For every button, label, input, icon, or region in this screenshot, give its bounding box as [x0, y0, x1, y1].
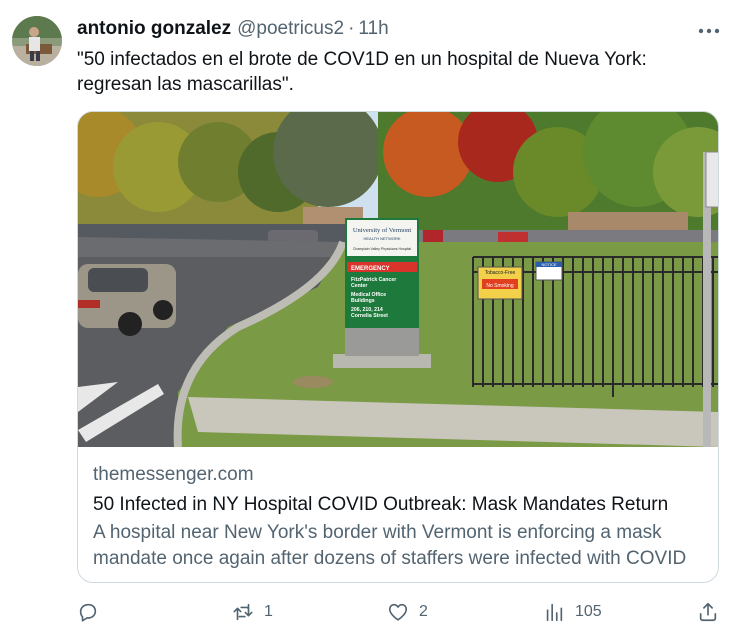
- sign-line-4: Buildings: [351, 298, 375, 304]
- retweet-count: 1: [264, 603, 273, 620]
- card-domain: themessenger.com: [93, 464, 254, 485]
- card-image[interactable]: Tobacco-Free No Smoking NOTICE Universit…: [78, 112, 718, 447]
- more-options-button[interactable]: [692, 18, 726, 44]
- sign-line-6: Cornelia Street: [351, 313, 388, 319]
- retweet-icon: [233, 603, 253, 621]
- views-button[interactable]: 105: [543, 597, 602, 627]
- views-count: 105: [575, 603, 602, 620]
- separator-dot: ·: [348, 18, 355, 39]
- card-title: 50 Infected in NY Hospital COVID Outbrea…: [93, 494, 669, 515]
- card-body[interactable]: themessenger.com 50 Infected in NY Hospi…: [93, 462, 703, 572]
- sign-org: University of Vermont: [353, 227, 412, 234]
- tobacco-free-sign: Tobacco-Free: [485, 270, 516, 276]
- reply-button[interactable]: [77, 597, 99, 627]
- like-count: 2: [419, 603, 428, 620]
- tweet-header: antonio gonzalez @poetricus2 · 11h: [77, 18, 684, 44]
- avatar-image: [12, 16, 62, 66]
- sign-hospital: Champlain Valley Physicians Hospital: [353, 247, 412, 251]
- avatar[interactable]: [12, 16, 62, 66]
- action-bar: 1 2 105: [77, 597, 723, 627]
- author-name[interactable]: antonio gonzalez: [77, 18, 231, 40]
- author-handle[interactable]: @poetricus2: [237, 18, 344, 40]
- reply-icon: [79, 603, 97, 622]
- no-smoking-sign: No Smoking: [486, 283, 513, 289]
- tweet-time[interactable]: 11h: [358, 18, 388, 40]
- sign-emergency: EMERGENCY: [351, 266, 390, 272]
- more-icon: [698, 28, 720, 34]
- like-button[interactable]: 2: [387, 597, 428, 627]
- tweet-text: "50 infectados en el brote de COV1D en u…: [77, 49, 647, 95]
- sign-line-2: Center: [351, 283, 367, 289]
- link-card[interactable]: Tobacco-Free No Smoking NOTICE Universit…: [77, 111, 719, 583]
- tweet[interactable]: antonio gonzalez @poetricus2 · 11h "50 i…: [0, 0, 744, 644]
- hospital-sign-photo: Tobacco-Free No Smoking NOTICE Universit…: [78, 112, 718, 447]
- heart-icon: [388, 603, 408, 621]
- sign-network: HEALTH NETWORK: [363, 236, 400, 241]
- notice-sign: NOTICE: [541, 262, 556, 267]
- card-description: A hospital near New York's border with V…: [93, 522, 687, 569]
- share-button[interactable]: [697, 597, 719, 627]
- retweet-button[interactable]: 1: [232, 597, 273, 627]
- views-icon: [546, 603, 563, 622]
- share-icon: [699, 602, 717, 622]
